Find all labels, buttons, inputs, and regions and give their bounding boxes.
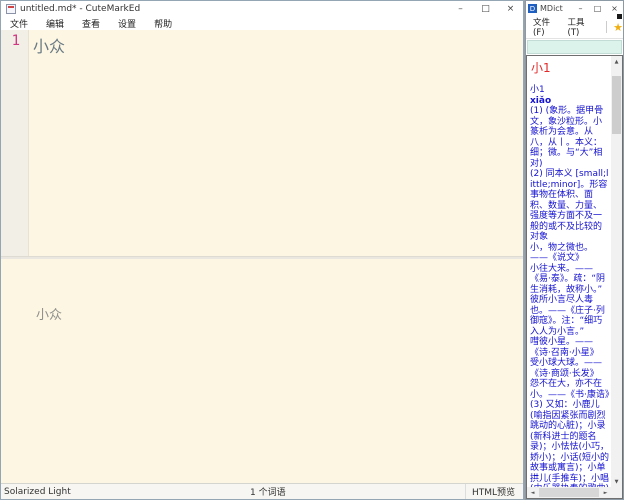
- entry-line: 受小球大球。——《诗·商颂·长发》: [530, 358, 610, 379]
- menu-view[interactable]: 查看: [73, 17, 109, 30]
- vertical-scrollbar[interactable]: ▲ ▼: [611, 56, 622, 487]
- favorites-star-icon[interactable]: ★: [613, 22, 623, 33]
- preview-mode-label[interactable]: HTML预览: [465, 484, 523, 499]
- menu-tools[interactable]: 工具 (T): [564, 16, 599, 38]
- window-title: untitled.md* - CuteMarkEd: [20, 4, 140, 14]
- scroll-left-icon[interactable]: ◄: [527, 487, 538, 498]
- markdown-editor[interactable]: 1 小众: [1, 30, 523, 256]
- statusbar: Solarized Light 1 个词语 HTML预览: [1, 483, 523, 499]
- close-icon[interactable]: ×: [498, 1, 523, 17]
- mdict-app-icon: D: [528, 4, 537, 13]
- line-number: 1: [12, 33, 20, 49]
- mdict-title: MDict: [540, 4, 563, 13]
- entry-line: 嘒彼小星。——《诗·召南·小星》: [530, 337, 610, 358]
- entry-line: (1) (象形。据甲骨文，象沙粒形。小篆析为会意。从八，从丨。本义：细；微。与“…: [530, 106, 610, 169]
- minimize-icon[interactable]: –: [572, 1, 589, 16]
- entry-line: (3) 又如：小鹿儿(喻指因紧张而剧烈跳动的心脏)；小录(新科进士的题名录)；小…: [530, 400, 610, 487]
- scroll-down-icon[interactable]: ▼: [611, 476, 622, 487]
- vertical-scroll-thumb[interactable]: [612, 76, 621, 134]
- cutemarked-app-icon: [6, 4, 16, 14]
- cutemarked-window: untitled.md* - CuteMarkEd – □ × 文件 编辑 查看…: [0, 0, 524, 500]
- headword: 小1: [531, 59, 610, 76]
- menu-file[interactable]: 文件 (F): [529, 16, 564, 38]
- menu-settings[interactable]: 设置: [109, 17, 145, 30]
- entry-line: 小1: [530, 85, 610, 96]
- dictionary-entry-panel: 小1 小1 xiǎo (1) (象形。据甲骨文，象沙粒形。小篆析为会意。从八，从…: [526, 55, 623, 499]
- menu-edit[interactable]: 编辑: [37, 17, 73, 30]
- word-count: 1 个词语: [71, 485, 465, 498]
- maximize-icon[interactable]: □: [589, 1, 606, 16]
- entry-line: 怨不在大，亦不在小。——《书·康诰》: [530, 379, 610, 400]
- mdict-titlebar[interactable]: D MDict – □ ×: [526, 1, 623, 16]
- html-preview-pane: 小众: [1, 259, 523, 483]
- toolbar-overflow-icon[interactable]: [617, 14, 622, 19]
- toolbar-separator: [606, 21, 607, 33]
- menu-file[interactable]: 文件: [1, 17, 37, 30]
- editor-text[interactable]: 小众: [29, 30, 65, 256]
- mdict-window: D MDict – □ × 文件 (F) 工具 (T) ★ 小1 小1 xiǎo…: [525, 0, 624, 500]
- minimize-icon[interactable]: –: [448, 1, 473, 17]
- line-number-gutter: 1: [1, 30, 29, 256]
- dictionary-entry-body[interactable]: 小1 小1 xiǎo (1) (象形。据甲骨文，象沙粒形。小篆析为会意。从八，从…: [527, 56, 611, 487]
- entry-line: (2) 同本义 [small;little;minor]。形容事物在体积、面积、…: [530, 169, 610, 243]
- entry-line: 彼所小言尽人毒也。——《庄子·列御寇》。注：“细巧入人为小言。”: [530, 295, 610, 337]
- scrollbar-corner: [611, 487, 622, 498]
- scroll-up-icon[interactable]: ▲: [611, 56, 622, 67]
- entry-line: 小往大来。——《易·泰》。疏：“阴生消耗，故称小。”: [530, 264, 610, 296]
- entry-line: 小，物之微也。——《说文》: [530, 243, 610, 264]
- menu-help[interactable]: 帮助: [145, 17, 181, 30]
- theme-name[interactable]: Solarized Light: [1, 487, 71, 497]
- cutemarked-menubar: 文件 编辑 查看 设置 帮助: [1, 17, 523, 30]
- pinyin-line: xiǎo: [530, 96, 610, 107]
- mdict-menubar: 文件 (F) 工具 (T) ★: [526, 16, 623, 39]
- cutemarked-titlebar[interactable]: untitled.md* - CuteMarkEd – □ ×: [1, 1, 523, 17]
- horizontal-scrollbar[interactable]: ◄ ►: [527, 487, 611, 498]
- preview-text: 小众: [36, 304, 523, 323]
- horizontal-scroll-thumb[interactable]: [539, 488, 599, 497]
- scroll-right-icon[interactable]: ►: [600, 487, 611, 498]
- maximize-icon[interactable]: □: [473, 1, 498, 17]
- search-input[interactable]: [527, 40, 622, 54]
